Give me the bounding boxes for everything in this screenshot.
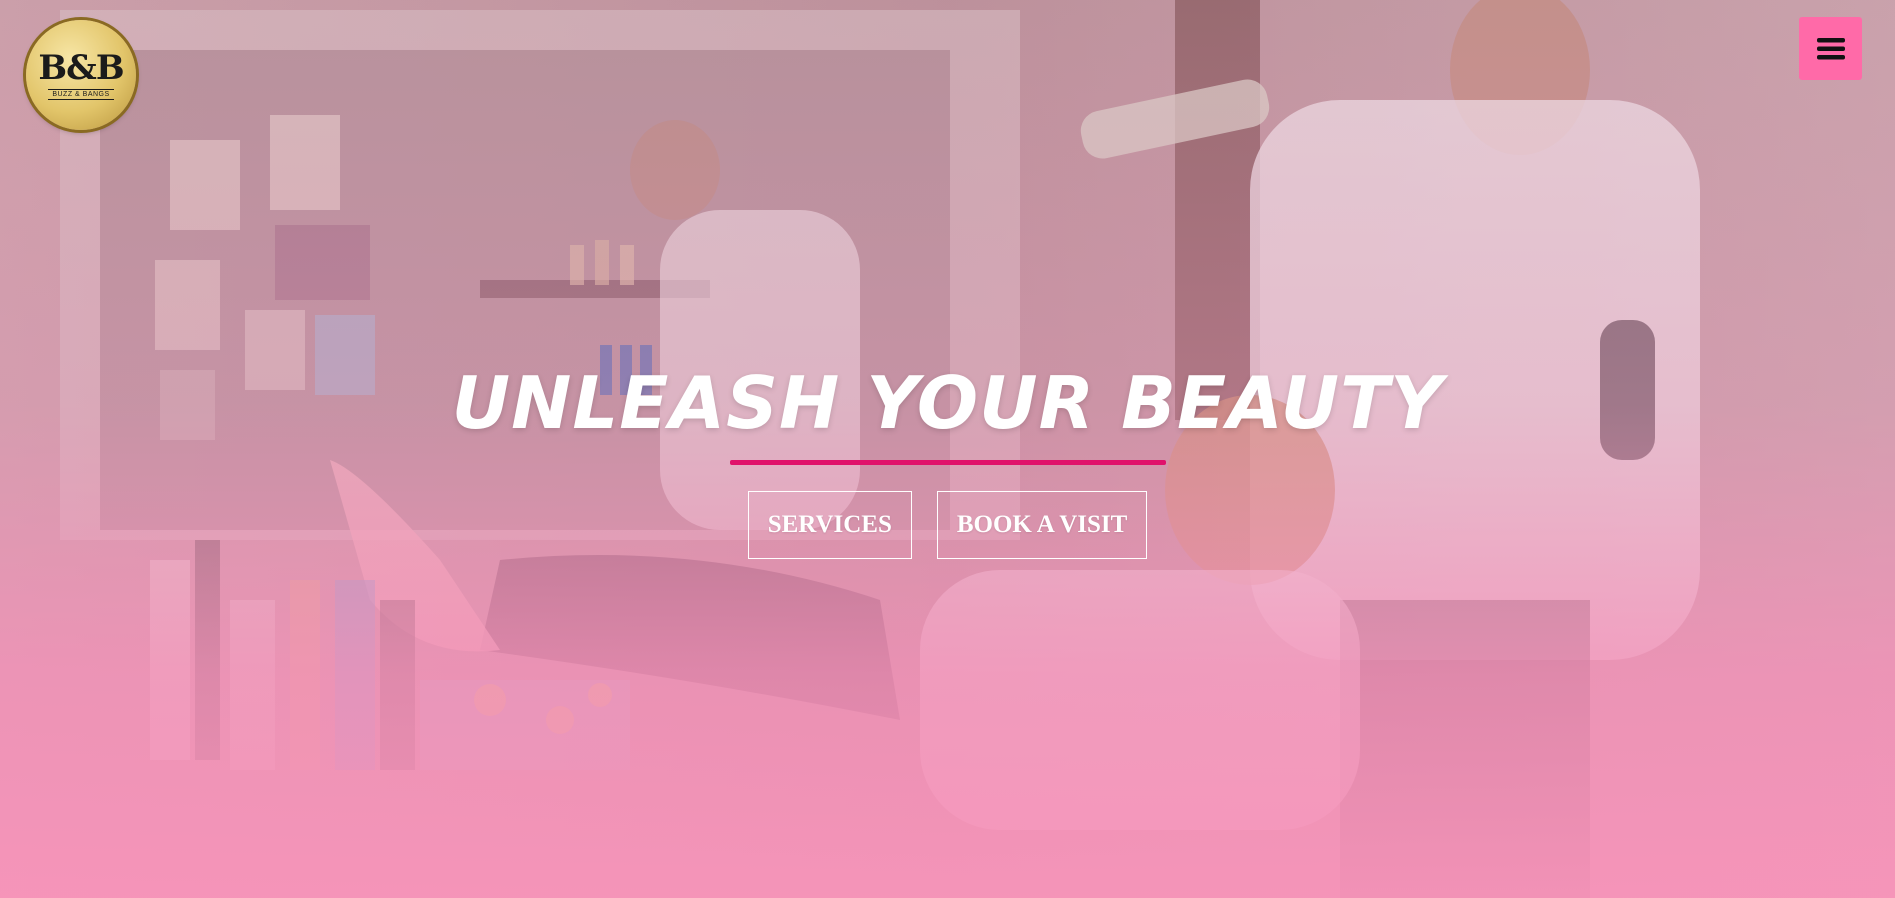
- book-visit-button[interactable]: BOOK A VISIT: [936, 491, 1148, 559]
- logo-mark: B&B: [38, 47, 124, 88]
- logo-subtitle: BUZZ & BANGS: [48, 88, 114, 100]
- title-underline: [729, 460, 1166, 465]
- brand-logo[interactable]: B&B BUZZ & BANGS: [26, 20, 136, 130]
- services-button[interactable]: SERVICES: [747, 491, 912, 559]
- menu-button[interactable]: [1799, 17, 1862, 80]
- hero-section: B&B BUZZ & BANGS UNLEASH YOUR BEAUTY SER…: [0, 0, 1895, 898]
- hero-content: UNLEASH YOUR BEAUTY SERVICES BOOK A VISI…: [0, 358, 1895, 559]
- hamburger-icon: [1816, 37, 1845, 59]
- hero-title: UNLEASH YOUR BEAUTY: [451, 361, 1444, 445]
- hero-actions: SERVICES BOOK A VISIT: [0, 491, 1895, 559]
